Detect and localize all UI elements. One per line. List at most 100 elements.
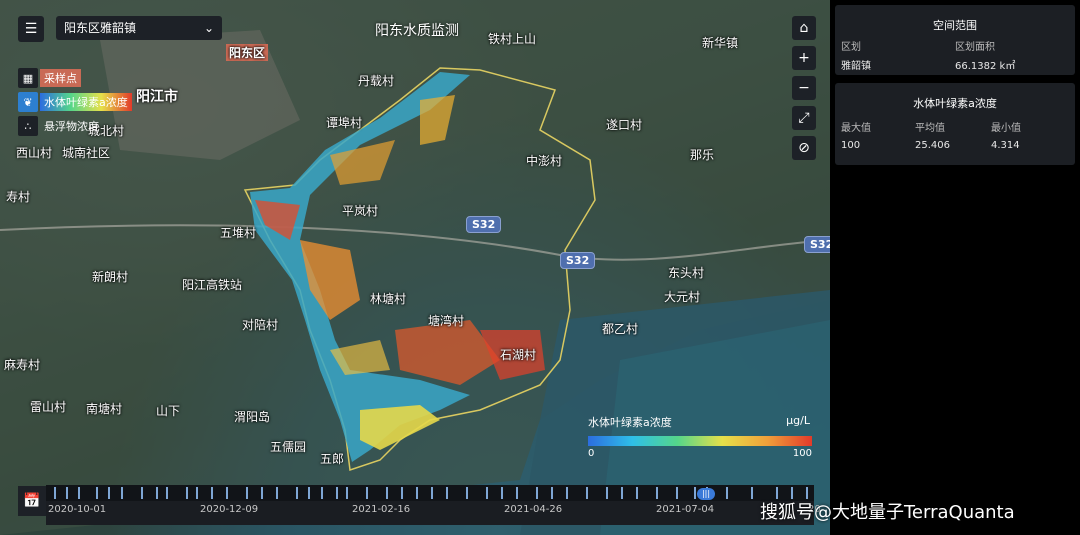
timeline-track[interactable]: ||| — [46, 485, 814, 501]
map-label: 山下 — [156, 404, 181, 418]
timeline-date: 2021-04-26 — [504, 504, 563, 515]
timeline-tick — [416, 487, 418, 499]
timeline-date: 2021-02-16 — [352, 504, 411, 515]
map-label: 麻寿村 — [4, 358, 41, 372]
map-label: 寿村 — [6, 190, 31, 204]
timeline-tick — [276, 487, 278, 499]
card-title: 水体叶绿素a浓度 — [913, 97, 997, 110]
timeline-tick — [386, 487, 388, 499]
timeline-tick — [321, 487, 323, 499]
timeline-tick — [246, 487, 248, 499]
home-icon: ⌂ — [799, 20, 809, 36]
timeline-tick — [336, 487, 338, 499]
timeline-tick — [551, 487, 553, 499]
layer-sampling-points[interactable]: ▦ 采样点 — [18, 68, 81, 88]
timeline-tick — [431, 487, 433, 499]
page-title: 阳东水质监测 — [375, 23, 459, 39]
timeline-tick — [621, 487, 623, 499]
district-value: 雅韶镇 — [841, 61, 871, 72]
timeline-date: 2020-12-09 — [200, 504, 259, 515]
map-label: 西山村 — [16, 146, 53, 160]
timeline-tick — [141, 487, 143, 499]
map-label: 五郎 — [320, 452, 345, 466]
home-button[interactable]: ⌂ — [792, 16, 816, 40]
dots-icon: ∴ — [18, 116, 38, 136]
calendar-icon: 📅 — [23, 493, 41, 509]
map-label: 阳江市 — [136, 89, 178, 105]
info-panel: 空间范围 区划 区划面积 雅韶镇 66.1382 k㎡ 水体叶绿素a浓度 最大值… — [830, 0, 1080, 535]
map-label: 新朗村 — [92, 270, 129, 284]
legend-max: 100 — [792, 448, 812, 459]
layer-chlorophyll[interactable]: ❦ 水体叶绿素a浓度 — [18, 92, 132, 112]
timeline-tick — [66, 487, 68, 499]
timeline-tick — [486, 487, 488, 499]
timeline-date: 2020-10-01 — [48, 504, 107, 515]
timeline-tick — [566, 487, 568, 499]
watermark: 搜狐号@大地量子TerraQuanta — [760, 502, 1015, 523]
map-label: 城南社区 — [62, 146, 111, 160]
timeline-tick — [656, 487, 658, 499]
timeline-tick — [196, 487, 198, 499]
timeline-tick — [226, 487, 228, 499]
map-label: 铁村上山 — [488, 32, 537, 46]
legend-min: 0 — [588, 448, 595, 459]
road-badge: S32 — [804, 236, 830, 253]
timeline-tick — [121, 487, 123, 499]
map-label: 平岚村 — [342, 204, 379, 218]
legend-title: 水体叶绿素a浓度 — [588, 416, 672, 429]
timeline-tick — [366, 487, 368, 499]
layer-suspended-matter[interactable]: ∴ 悬浮物浓度 — [18, 116, 103, 136]
timeline-tick — [446, 487, 448, 499]
map-label: 渭阳岛 — [234, 410, 271, 424]
road-badge: S32 — [466, 216, 502, 233]
timeline-date: 2021-07-04 — [656, 504, 715, 515]
calendar-button[interactable]: 📅 — [18, 486, 46, 516]
region-select[interactable]: 阳东区雅韶镇 ⌄ — [56, 16, 222, 40]
timeline-tick — [586, 487, 588, 499]
map-label: 那乐 — [690, 148, 715, 162]
timeline-tick — [261, 487, 263, 499]
column-header: 最大值 — [841, 123, 871, 134]
timeline-tick — [676, 487, 678, 499]
menu-button[interactable]: ☰ — [18, 16, 44, 42]
timeline-tick — [536, 487, 538, 499]
map-label: 丹载村 — [358, 74, 395, 88]
timeline-tick — [516, 487, 518, 499]
toggle-visibility-button[interactable]: ⊘ — [792, 136, 816, 160]
map-label: 南塘村 — [86, 402, 123, 416]
timeline-tick — [346, 487, 348, 499]
max-value: 100 — [841, 140, 861, 151]
zoom-in-button[interactable]: + — [792, 46, 816, 70]
map-label: 阳东区 — [226, 44, 269, 61]
timeline-tick — [466, 487, 468, 499]
card-title: 空间范围 — [933, 19, 977, 32]
satellite-map[interactable]: 阳东区 阳江市 丹载村 谭埠村 平岚村 五堆村 新朗村 阳江高铁站 对陪村 林塘… — [0, 0, 830, 535]
map-label: 东头村 — [668, 266, 705, 280]
map-label: 对陪村 — [242, 318, 279, 332]
map-label: 谭埠村 — [326, 116, 363, 130]
timeline-tick — [501, 487, 503, 499]
map-label: 大元村 — [664, 290, 701, 304]
map-label: 新华镇 — [702, 36, 739, 50]
timeline[interactable]: 📅 ||| 2020-10-01 2020-12-09 2021-02-16 2… — [0, 484, 830, 535]
timeline-tick — [606, 487, 608, 499]
fullscreen-button[interactable]: ⤢ — [792, 106, 816, 130]
timeline-tick — [186, 487, 188, 499]
map-label: 五儒园 — [270, 440, 307, 454]
hamburger-icon: ☰ — [24, 21, 38, 37]
legend-color-bar — [588, 436, 812, 446]
chevron-down-icon: ⌄ — [203, 21, 214, 35]
timeline-tick — [751, 487, 753, 499]
zoom-out-button[interactable]: − — [792, 76, 816, 100]
min-value: 4.314 — [991, 140, 1020, 151]
layer-label: 采样点 — [40, 69, 81, 87]
map-label: 塘湾村 — [428, 314, 465, 328]
timeline-tick — [54, 487, 56, 499]
road-badge: S32 — [560, 252, 596, 269]
timeline-thumb[interactable]: ||| — [697, 488, 715, 500]
column-header: 区划 — [841, 42, 861, 53]
map-label: 中澎村 — [526, 154, 563, 168]
map-label: 林塘村 — [370, 292, 407, 306]
column-header: 平均值 — [915, 123, 945, 134]
timeline-tick — [96, 487, 98, 499]
